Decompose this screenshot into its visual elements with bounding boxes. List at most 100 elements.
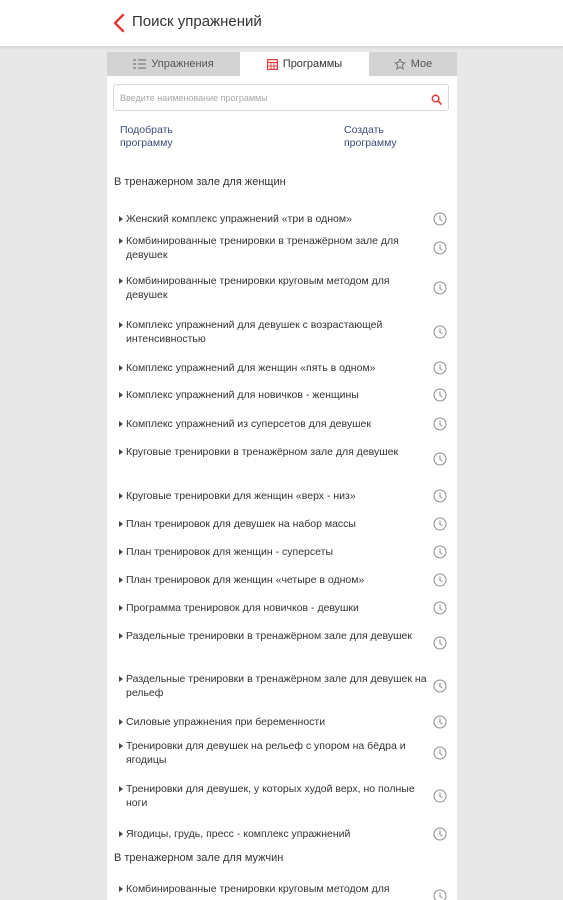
program-item-label: Комплекс упражнений для девушек с возрас… bbox=[126, 319, 383, 345]
clock-icon[interactable] bbox=[433, 388, 447, 402]
program-item[interactable]: Ягодицы, грудь, пресс - комплекс упражне… bbox=[107, 827, 457, 841]
program-item[interactable]: Раздельные тренировки в тренажёрном зале… bbox=[107, 672, 457, 700]
program-item[interactable]: Программа тренировок для новичков - деву… bbox=[107, 601, 457, 615]
search-box bbox=[113, 84, 449, 111]
program-item[interactable]: Женский комплекс упражнений «три в одном… bbox=[107, 212, 457, 226]
bullet-icon bbox=[119, 365, 123, 371]
clock-icon[interactable] bbox=[433, 601, 447, 615]
bullet-icon bbox=[119, 521, 123, 527]
star-icon bbox=[394, 58, 406, 70]
bullet-icon bbox=[119, 216, 123, 222]
clock-icon[interactable] bbox=[433, 746, 447, 760]
program-item[interactable]: План тренировок для женщин «четыре в одн… bbox=[107, 573, 457, 587]
bullet-icon bbox=[119, 421, 123, 427]
program-item[interactable]: Комбинированные тренировки в тренажёрном… bbox=[107, 234, 457, 262]
clock-icon[interactable] bbox=[433, 489, 447, 503]
back-button[interactable] bbox=[108, 10, 130, 36]
program-item-label: Ягодицы, грудь, пресс - комплекс упражне… bbox=[126, 828, 351, 840]
search-icon[interactable] bbox=[431, 92, 442, 110]
clock-icon[interactable] bbox=[433, 889, 447, 900]
program-item-label: Комбинированные тренировки круговым мето… bbox=[126, 275, 390, 301]
clock-icon[interactable] bbox=[433, 325, 447, 339]
tab-exercises-label: Упражнения bbox=[151, 58, 214, 70]
clock-icon[interactable] bbox=[433, 517, 447, 531]
program-item-label: Силовые упражнения при беременности bbox=[126, 716, 326, 728]
program-item-label: Раздельные тренировки в тренажёрном зале… bbox=[126, 673, 427, 699]
program-item[interactable]: План тренировок для девушек на набор мас… bbox=[107, 517, 457, 531]
bullet-icon bbox=[119, 786, 123, 792]
program-item[interactable]: Раздельные тренировки в тренажёрном зале… bbox=[107, 629, 457, 657]
program-item-label: План тренировок для девушек на набор мас… bbox=[126, 518, 356, 530]
section-title: В тренажерном зале для женщин bbox=[114, 176, 286, 188]
top-bar: Поиск упражнений bbox=[0, 0, 563, 47]
bullet-icon bbox=[119, 392, 123, 398]
bullet-icon bbox=[119, 322, 123, 328]
page-title: Поиск упражнений bbox=[132, 13, 262, 30]
clock-icon[interactable] bbox=[433, 636, 447, 650]
calendar-icon bbox=[266, 58, 278, 70]
program-item-label: Тренировки для девушек на рельеф с упоро… bbox=[126, 740, 406, 766]
clock-icon[interactable] bbox=[433, 417, 447, 431]
clock-icon[interactable] bbox=[433, 545, 447, 559]
program-item[interactable]: Комплекс упражнений для женщин «пять в о… bbox=[107, 361, 457, 375]
pick-program-link[interactable]: Подобрать программу bbox=[120, 124, 210, 150]
program-item-label: Круговые тренировки для женщин «верх - н… bbox=[126, 490, 356, 502]
program-item-label: Круговые тренировки в тренажёрном зале д… bbox=[126, 446, 399, 458]
clock-icon[interactable] bbox=[433, 679, 447, 693]
bullet-icon bbox=[119, 238, 123, 244]
program-item-label: Комбинированные тренировки в тренажёрном… bbox=[126, 235, 399, 261]
bullet-icon bbox=[119, 449, 123, 455]
search-input[interactable] bbox=[120, 85, 420, 110]
bullet-icon bbox=[119, 278, 123, 284]
clock-icon[interactable] bbox=[433, 715, 447, 729]
clock-icon[interactable] bbox=[433, 452, 447, 466]
program-item-label: Комплекс упражнений для новичков - женщи… bbox=[126, 389, 359, 401]
program-item[interactable]: План тренировок для женщин - суперсеты bbox=[107, 545, 457, 559]
program-item[interactable]: Комплекс упражнений из суперсетов для де… bbox=[107, 417, 457, 431]
program-item[interactable]: Тренировки для девушек, у которых худой … bbox=[107, 782, 457, 810]
bullet-icon bbox=[119, 676, 123, 682]
program-item-label: План тренировок для женщин - суперсеты bbox=[126, 546, 333, 558]
program-item[interactable]: Комплекс упражнений для новичков - женщи… bbox=[107, 388, 457, 402]
program-item[interactable]: Комбинированные тренировки круговым мето… bbox=[107, 274, 457, 302]
program-item-label: Программа тренировок для новичков - деву… bbox=[126, 602, 359, 614]
program-item-label: Комбинированные тренировки круговым мето… bbox=[126, 883, 390, 895]
program-item[interactable]: Силовые упражнения при беременности bbox=[107, 715, 457, 729]
clock-icon[interactable] bbox=[433, 281, 447, 295]
bullet-icon bbox=[119, 831, 123, 837]
program-item[interactable]: Комбинированные тренировки круговым мето… bbox=[107, 882, 457, 900]
program-item-label: Комплекс упражнений для женщин «пять в о… bbox=[126, 362, 376, 374]
bullet-icon bbox=[119, 633, 123, 639]
program-item[interactable]: Тренировки для девушек на рельеф с упоро… bbox=[107, 739, 457, 767]
program-item-label: План тренировок для женщин «четыре в одн… bbox=[126, 574, 365, 586]
bullet-icon bbox=[119, 719, 123, 725]
program-item-label: Раздельные тренировки в тренажёрном зале… bbox=[126, 630, 412, 642]
clock-icon[interactable] bbox=[433, 212, 447, 226]
tab-my[interactable]: Мое bbox=[369, 52, 457, 76]
clock-icon[interactable] bbox=[433, 241, 447, 255]
bullet-icon bbox=[119, 577, 123, 583]
program-item-label: Комплекс упражнений из суперсетов для де… bbox=[126, 418, 371, 430]
program-item[interactable]: Круговые тренировки для женщин «верх - н… bbox=[107, 489, 457, 503]
create-program-link[interactable]: Создать программу bbox=[344, 124, 434, 150]
program-item-label: Тренировки для девушек, у которых худой … bbox=[126, 783, 415, 809]
tab-my-label: Мое bbox=[410, 58, 433, 70]
tab-programs-label: Программы bbox=[282, 58, 343, 70]
program-item[interactable]: Круговые тренировки в тренажёрном зале д… bbox=[107, 445, 457, 473]
bullet-icon bbox=[119, 549, 123, 555]
tab-exercises[interactable]: Упражнения bbox=[107, 52, 240, 76]
program-item[interactable]: Комплекс упражнений для девушек с возрас… bbox=[107, 318, 457, 346]
tab-programs[interactable]: Программы bbox=[240, 52, 369, 76]
bullet-icon bbox=[119, 493, 123, 499]
program-item-label: Женский комплекс упражнений «три в одном… bbox=[126, 213, 352, 225]
list-icon bbox=[133, 59, 147, 69]
section-title: В тренажерном зале для мужчин bbox=[114, 852, 284, 864]
clock-icon[interactable] bbox=[433, 827, 447, 841]
clock-icon[interactable] bbox=[433, 573, 447, 587]
clock-icon[interactable] bbox=[433, 789, 447, 803]
programs-panel: Упражнения Программы Мое Введите наимено… bbox=[107, 52, 457, 900]
clock-icon[interactable] bbox=[433, 361, 447, 375]
bullet-icon bbox=[119, 886, 123, 892]
bullet-icon bbox=[119, 743, 123, 749]
chevron-left-icon bbox=[113, 13, 125, 33]
